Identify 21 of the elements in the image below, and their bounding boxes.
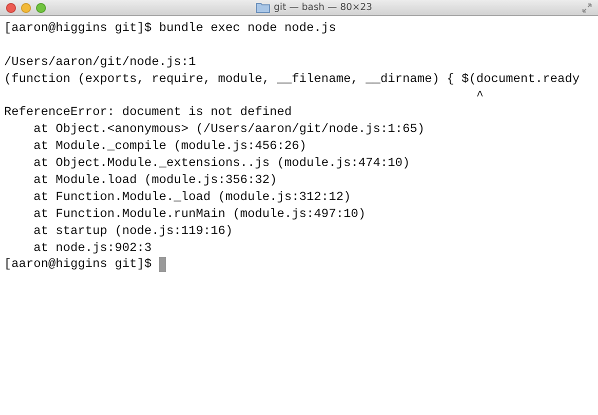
terminal-line: at Object.Module._extensions..js (module.js:474:10) bbox=[32, 155, 411, 172]
terminal-line: (function (exports, require, module, __filename, __dirname) { $(document.ready bbox=[4, 70, 581, 88]
terminal-line: at Function.Module.runMain (module.js:497:10) bbox=[32, 206, 367, 223]
window-title: git — bash — 80×23 bbox=[274, 2, 372, 13]
zoom-icon[interactable] bbox=[36, 2, 46, 12]
close-icon[interactable] bbox=[6, 2, 16, 12]
terminal-line: [aaron@higgins git]$ bundle exec node node.js bbox=[4, 20, 338, 37]
terminal-prompt: [aaron@higgins git]$ bbox=[4, 256, 153, 274]
terminal-line: ReferenceError: document is not defined bbox=[4, 104, 293, 122]
text-cursor bbox=[158, 257, 166, 272]
terminal-line: ^ bbox=[475, 88, 485, 104]
folder-icon bbox=[256, 2, 270, 13]
terminal-line: at startup (node.js:119:16) bbox=[32, 222, 234, 240]
terminal-line: at node.js:902:3 bbox=[32, 240, 153, 256]
terminal-line: at Module.load (module.js:356:32) bbox=[32, 172, 278, 189]
terminal-line: at Module._compile (module.js:456:26) bbox=[32, 138, 308, 156]
terminal-line: at Function.Module._load (module.js:312:12) bbox=[32, 188, 352, 206]
minimize-icon[interactable] bbox=[21, 2, 31, 12]
terminal-line: at Object.<anonymous> (/Users/aaron/git/node.js:1:65) bbox=[32, 121, 426, 138]
terminal-line: /Users/aaron/git/node.js:1 bbox=[4, 54, 197, 71]
fullscreen-icon[interactable] bbox=[582, 2, 592, 12]
